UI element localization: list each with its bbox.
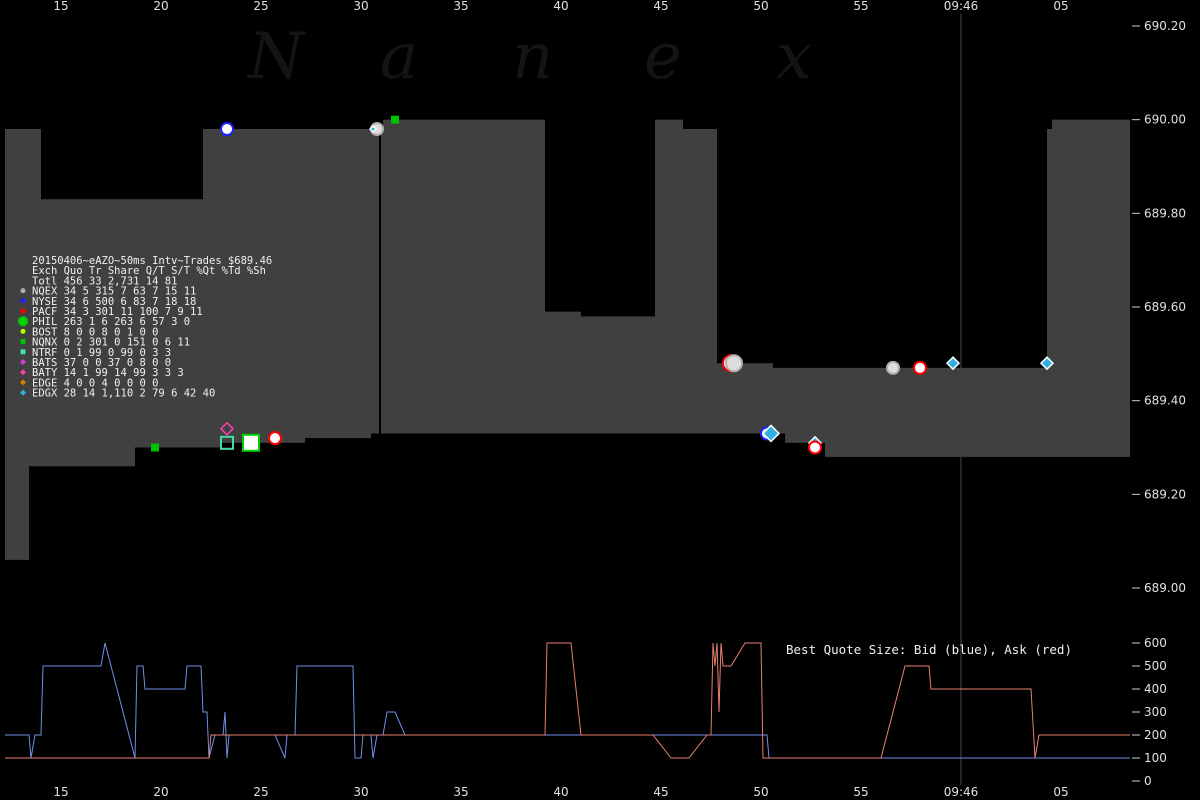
bottom-time-axis: 15 20 25 30 35 40 45 50 55 09:46 05 xyxy=(53,785,1068,799)
price-tick-label: 689.40 xyxy=(1144,394,1186,408)
price-tick-label: 689.00 xyxy=(1144,581,1186,595)
table-row-marker xyxy=(20,328,26,334)
size-tick-label: 300 xyxy=(1144,705,1167,719)
time-tick-label: 55 xyxy=(853,0,868,13)
time-tick-label: 15 xyxy=(53,0,68,13)
price-tick-label: 690.20 xyxy=(1144,19,1186,33)
watermark-letter: n xyxy=(512,20,553,94)
price-tick-label: 690.00 xyxy=(1144,113,1186,127)
table-row-marker xyxy=(18,316,28,327)
trade-marker xyxy=(808,440,822,455)
size-tick-label: 500 xyxy=(1144,659,1167,673)
time-tick-label: 25 xyxy=(253,785,268,799)
table-row-marker xyxy=(20,349,26,355)
price-tick-label: 689.20 xyxy=(1144,487,1186,501)
time-tick-label: 40 xyxy=(553,0,568,13)
time-tick-label: 50 xyxy=(753,785,768,799)
time-tick-label: 25 xyxy=(253,0,268,13)
top-time-axis: 15 20 25 30 35 40 45 50 55 09:46 05 xyxy=(53,0,1068,13)
time-tick-label: 40 xyxy=(553,785,568,799)
trade-marker xyxy=(725,354,743,373)
time-tick-label: 05 xyxy=(1053,785,1068,799)
trade-marker xyxy=(886,360,900,375)
time-tick-label: 20 xyxy=(153,0,168,13)
trade-marker xyxy=(151,443,159,452)
time-tick-label: 35 xyxy=(453,0,468,13)
nanex-chart: Na n e x 15 20 25 30 35 40 45 50 55 09:46 05 15 20 25 30… xyxy=(5,0,1186,799)
time-tick-label: 55 xyxy=(853,785,868,799)
trade-marker xyxy=(913,360,927,375)
trade-marker xyxy=(242,433,260,452)
trade-marker xyxy=(391,115,399,124)
watermark-letter: a xyxy=(380,20,418,94)
time-tick-label: 45 xyxy=(653,785,668,799)
size-tick-label: 600 xyxy=(1144,636,1167,650)
trade-marker xyxy=(220,122,234,137)
price-tick-label: 689.80 xyxy=(1144,206,1186,220)
size-panel-title: Best Quote Size: Bid (blue), Ask (red) xyxy=(786,642,1072,657)
trade-marker xyxy=(268,431,282,446)
size-tick-label: 200 xyxy=(1144,728,1167,742)
price-axis: 690.20 690.00 689.80 689.60 689.40 689.20 689.… xyxy=(1132,19,1186,595)
time-tick-label: 05 xyxy=(1053,0,1068,13)
time-tick-label: 50 xyxy=(753,0,768,13)
table-row: EDGX 28 14 1,110 2 79 6 42 40 xyxy=(32,388,215,400)
watermark: Na n e x xyxy=(246,20,812,94)
time-tick-label: 20 xyxy=(153,785,168,799)
time-tick-label: 15 xyxy=(53,785,68,799)
table-row-marker xyxy=(20,298,26,304)
watermark-letter: N xyxy=(246,20,306,94)
time-tick-label: 09:46 xyxy=(944,785,979,799)
watermark-letter: e xyxy=(644,20,682,94)
table-row-marker xyxy=(20,308,26,314)
trade-marker xyxy=(945,356,961,371)
time-tick-label: 09:46 xyxy=(944,0,979,13)
size-tick-label: 100 xyxy=(1144,751,1167,765)
time-tick-label: 45 xyxy=(653,0,668,13)
size-axis: 600 500 400 300 200 100 0 xyxy=(1132,636,1167,788)
time-tick-label: 30 xyxy=(353,785,368,799)
watermark-letter: x xyxy=(776,20,812,94)
table-row-marker xyxy=(20,339,26,345)
table-row-marker xyxy=(20,288,26,294)
price-tick-label: 689.60 xyxy=(1144,300,1186,314)
size-tick-label: 0 xyxy=(1144,774,1152,788)
size-tick-label: 400 xyxy=(1144,682,1167,696)
time-tick-label: 30 xyxy=(353,0,368,13)
time-tick-label: 35 xyxy=(453,785,468,799)
